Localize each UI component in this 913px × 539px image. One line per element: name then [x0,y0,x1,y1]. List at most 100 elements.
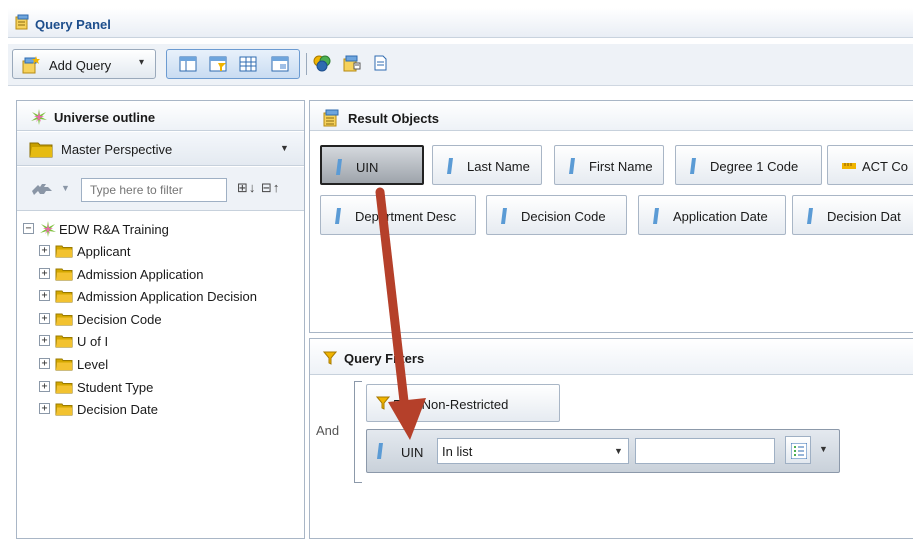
folder-icon [55,245,73,258]
tree-item[interactable]: + Level [17,353,304,375]
result-object-label: ACT Co [862,159,908,174]
filter-object-label: UIN [401,445,424,460]
chevron-down-icon: ▼ [614,446,623,456]
dimension-icon [501,208,507,224]
query-filters-title: Query Filters [344,351,425,366]
expand-icon[interactable]: + [39,403,50,415]
tree-root[interactable]: − EDW R&A Training [17,218,304,240]
expand-collapse-all-icon[interactable]: ⊞↓ ⊟↑ [237,180,280,196]
dimension-icon [335,208,341,224]
filter-condition-row[interactable]: UIN In list ▼ ▼ [366,429,840,473]
predefined-filter-label: RPA Non-Restricted [393,397,509,412]
operator-dropdown[interactable]: In list ▼ [437,438,629,464]
value-list-button[interactable] [785,436,811,464]
filter-pane-icon[interactable] [209,56,227,72]
expand-icon[interactable]: + [39,312,50,324]
predefined-filter-chip[interactable]: RPA Non-Restricted [366,384,560,422]
filter-value-input[interactable] [635,438,775,464]
view-script-icon[interactable] [370,53,390,73]
and-operator-label[interactable]: And [316,423,339,438]
tree-item[interactable]: + Applicant [17,240,304,262]
result-object-chip[interactable]: Department Desc [320,195,476,235]
add-query-button[interactable]: Add Query ▾ [12,49,156,79]
dimension-icon [377,443,383,459]
dimension-icon [336,159,342,175]
filter-icon [376,396,390,410]
universe-icon [31,109,47,125]
outline-search-input[interactable] [81,178,227,202]
tree-item[interactable]: + U of I [17,330,304,352]
outline-view-icon[interactable] [179,56,197,72]
title-bar-background [8,8,913,38]
result-object-label: Decision Code [521,209,606,224]
perspective-selector[interactable]: Master Perspective ▼ [17,132,304,166]
result-object-chip[interactable]: UIN [320,145,424,185]
folder-icon [55,335,73,348]
result-object-label: UIN [356,160,379,175]
tree-item-label: Admission Application Decision [77,289,257,305]
result-objects-icon [323,109,339,127]
wrench-icon[interactable] [30,181,54,197]
tree-item[interactable]: + Admission Application [17,263,304,285]
chevron-down-icon[interactable]: ▼ [819,444,828,454]
tree-item-label: Applicant [77,244,131,259]
filter-group-bracket [354,381,362,483]
result-object-chip[interactable]: Decision Dat [792,195,913,235]
list-icon [791,443,807,459]
result-objects-panel: Result Objects UIN Last Name First Name Deg… [309,100,913,333]
query-panel-icon [15,14,29,30]
query-properties-icon[interactable] [342,53,362,73]
tree-item[interactable]: + Decision Date [17,398,304,420]
outline-filter-row: ▼ ⊞↓ ⊟↑ [17,167,304,211]
filter-icon [323,351,337,365]
expand-icon[interactable]: + [39,358,50,369]
expand-icon[interactable]: + [39,335,50,347]
folder-icon [55,268,73,281]
universe-outline-panel: Universe outline Master Perspective ▼ ▼ … [16,100,305,539]
result-object-chip[interactable]: Last Name [432,145,542,185]
tree-item[interactable]: + Decision Code [17,308,304,330]
result-object-label: Decision Dat [827,209,901,224]
folder-icon [55,313,73,326]
tree-item[interactable]: + Student Type [17,376,304,398]
tree-item[interactable]: + Admission Application Decision [17,285,304,307]
query-filters-header: Query Filters [310,339,913,375]
result-object-chip[interactable]: Application Date [638,195,786,235]
dimension-icon [569,158,575,174]
result-object-label: Degree 1 Code [710,159,799,174]
folder-icon [29,142,53,158]
window-title: Query Panel [35,17,111,32]
tree-item-label: Decision Code [77,311,162,327]
chevron-down-icon[interactable]: ▼ [61,183,70,193]
result-object-chip[interactable]: Degree 1 Code [675,145,822,185]
title-bar: Query Panel [0,0,913,40]
result-object-chip[interactable]: Decision Code [486,195,627,235]
toolbar-separator [306,53,307,75]
dimension-icon [653,208,659,224]
measure-icon [842,163,856,169]
result-objects-header: Result Objects [310,101,913,131]
expand-icon[interactable]: + [39,267,50,279]
dimension-icon [807,208,813,224]
expand-icon[interactable]: + [39,380,50,392]
expand-icon[interactable]: + [39,290,50,302]
result-object-label: Last Name [467,159,530,174]
query-filters-panel: Query Filters And RPA Non-Restricted UIN… [309,338,913,539]
main-toolbar: Add Query ▾ [8,44,913,86]
data-preview-icon[interactable] [239,56,257,72]
perspective-label: Master Perspective [61,142,173,157]
folder-icon [55,358,73,371]
result-object-chip[interactable]: ACT Co [827,145,913,185]
collapse-icon[interactable]: − [23,223,34,234]
expand-icon[interactable]: + [39,245,50,256]
universe-outline-title: Universe outline [54,110,156,125]
folder-icon [55,381,73,394]
query-properties-view-icon[interactable] [271,56,289,72]
result-object-label: First Name [589,159,653,174]
combined-query-icon[interactable] [312,53,332,73]
add-query-icon [22,56,40,74]
result-object-label: Application Date [673,209,768,224]
add-query-label: Add Query [49,58,112,73]
chevron-down-icon: ▼ [280,143,289,153]
result-object-chip[interactable]: First Name [554,145,664,185]
